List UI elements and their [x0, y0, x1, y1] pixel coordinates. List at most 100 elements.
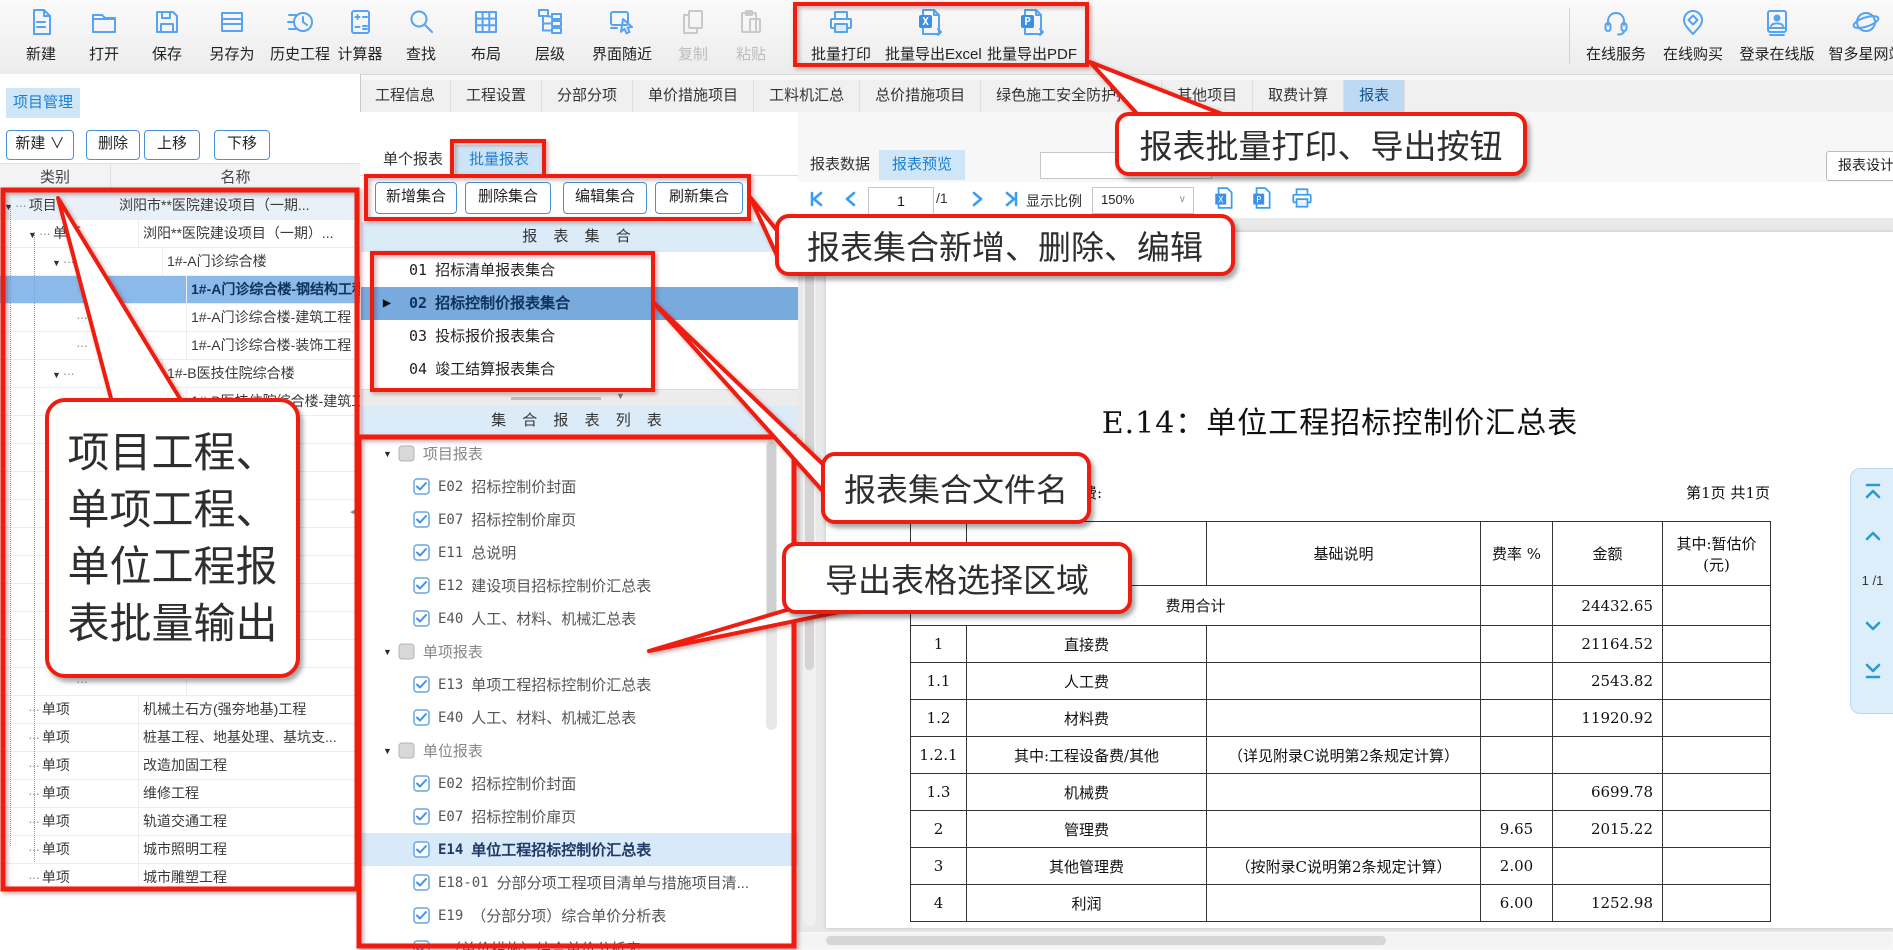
report-item-E40[interactable]: E40人工、材料、机械汇总表 — [361, 701, 798, 734]
report-code: E18-01 — [438, 875, 489, 891]
tab-工料机汇总[interactable]: 工料机汇总 — [754, 80, 860, 112]
report-item-E02[interactable]: E02招标控制价封面 — [361, 767, 798, 800]
report-item-E11[interactable]: E11总说明 — [361, 536, 798, 569]
report-group-项目报表[interactable]: ▼项目报表 — [361, 437, 798, 470]
report-set-item[interactable]: 03投标报价报表集合 — [361, 320, 798, 353]
previous-page-icon[interactable] — [842, 189, 862, 214]
table-row[interactable]: ▼··· 1#-B医技住院综合楼 — [0, 360, 360, 388]
table-row[interactable]: ▼··· 项目浏阳市**医院建设项目（一期... — [0, 192, 360, 220]
tab-单个报表[interactable]: 单个报表 — [377, 145, 449, 175]
table-row[interactable]: ··· 1#-A门诊综合楼-钢结构工程 — [0, 276, 360, 304]
tab-绿色施工安全防护措施[interactable]: 绿色施工安全防护措施 — [981, 80, 1162, 112]
tab-project-management[interactable]: 项目管理 — [6, 88, 80, 118]
tab-报表[interactable]: 报表 — [1344, 80, 1405, 112]
collapse-panel-icon[interactable]: ◀ — [350, 505, 358, 518]
set-button-新增集合[interactable]: 新增集合 — [375, 182, 457, 214]
project-button-删除[interactable]: 删除 — [86, 130, 140, 160]
tab-单价措施项目[interactable]: 单价措施项目 — [633, 80, 754, 112]
tree-expand-icon[interactable]: ▼ — [383, 449, 392, 459]
report-set-item[interactable]: ▶02招标控制价报表集合 — [361, 287, 798, 320]
table-row[interactable]: ··· 单项轨道交通工程 — [0, 808, 360, 836]
report-item-E19[interactable]: E19（分部分项）综合单价分析表 — [361, 899, 798, 932]
report-list-scrollbar-thumb[interactable] — [767, 442, 776, 622]
tab-总价措施项目[interactable]: 总价措施项目 — [860, 80, 981, 112]
table-cell: 11920.92 — [1553, 700, 1663, 737]
table-row[interactable]: ··· 单项城市照明工程 — [0, 836, 360, 864]
report-design-button[interactable]: 报表设计 — [1826, 151, 1893, 181]
next-page-icon[interactable] — [966, 189, 986, 214]
set-button-删除集合[interactable]: 删除集合 — [465, 182, 551, 214]
table-row[interactable]: ▼··· 1#-A门诊综合楼 — [0, 248, 360, 276]
tab-报表数据[interactable]: 报表数据 — [803, 150, 877, 180]
toolbar-button-label: 在线购买 — [1648, 43, 1738, 64]
table-row[interactable]: ··· 单项改造加固工程 — [0, 752, 360, 780]
svg-text:P: P — [1024, 15, 1031, 28]
report-item-E40[interactable]: E40人工、材料、机械汇总表 — [361, 602, 798, 635]
tree-expand-icon[interactable]: ▼ — [383, 647, 392, 657]
set-button-编辑集合[interactable]: 编辑集合 — [563, 182, 647, 214]
project-button-上移[interactable]: 上移 — [144, 130, 200, 160]
toolbar-button-label: 登录在线版 — [1732, 43, 1822, 64]
toolbar-button-login[interactable]: 登录在线版 — [1732, 4, 1822, 68]
zoom-select[interactable]: 150%∨ — [1092, 187, 1194, 214]
set-button-刷新集合[interactable]: 刷新集合 — [655, 182, 743, 214]
first-page-icon[interactable] — [808, 189, 828, 214]
tab-取费计算[interactable]: 取费计算 — [1253, 80, 1344, 112]
tree-expand-icon[interactable]: ▼ — [52, 258, 61, 268]
export-excel-icon[interactable]: X — [1212, 186, 1236, 215]
toolbar-button-pin[interactable]: 在线购买 — [1648, 4, 1738, 68]
report-name: 单项工程招标控制价汇总表 — [471, 674, 651, 695]
report-item-E12[interactable]: E12建设项目招标控制价汇总表 — [361, 569, 798, 602]
row-name: 浏阳市**医院建设项目（一期... — [115, 192, 360, 219]
tab-工程信息[interactable]: 工程信息 — [360, 80, 451, 112]
report-item[interactable]: （单价措施）综合单价分析表 — [361, 932, 798, 950]
page-number-input[interactable] — [868, 187, 934, 215]
report-item-E02[interactable]: E02招标控制价封面 — [361, 470, 798, 503]
toolbar-button-excel[interactable]: X批量导出Excel — [885, 4, 975, 68]
scroll-up-icon[interactable] — [1851, 525, 1893, 550]
report-group-单位报表[interactable]: ▼单位报表 — [361, 734, 798, 767]
table-row[interactable]: ··· 单项维修工程 — [0, 780, 360, 808]
report-group-单项报表[interactable]: ▼单项报表 — [361, 635, 798, 668]
report-name: 分部分项工程项目清单与措施项目清... — [497, 872, 750, 893]
project-button-下移[interactable]: 下移 — [214, 130, 270, 160]
table-row[interactable]: ▼··· 单项浏阳**医院建设项目（一期）... — [0, 220, 360, 248]
last-page-icon[interactable] — [1000, 189, 1020, 214]
tree-expand-icon[interactable]: ▼ — [4, 202, 13, 212]
report-code: E07 — [438, 512, 463, 528]
tab-批量报表[interactable]: 批量报表 — [455, 145, 543, 175]
report-item-E07[interactable]: E07招标控制价扉页 — [361, 800, 798, 833]
toolbar-button-pdf[interactable]: P批量导出PDF — [987, 4, 1077, 68]
set-name: 投标报价报表集合 — [435, 328, 555, 345]
row-category: 单项 — [53, 225, 81, 241]
report-item-E14[interactable]: E14单位工程招标控制价汇总表 — [361, 833, 798, 866]
print-icon[interactable] — [1290, 186, 1314, 215]
tab-其他项目[interactable]: 其他项目 — [1162, 80, 1253, 112]
table-row[interactable]: ··· 1#-A门诊综合楼-装饰工程 — [0, 332, 360, 360]
tree-expand-icon[interactable]: ▼ — [28, 230, 37, 240]
scroll-to-bottom-icon[interactable] — [1851, 661, 1893, 686]
report-item-E07[interactable]: E07招标控制价扉页 — [361, 503, 798, 536]
tree-expand-icon[interactable]: ▼ — [52, 370, 61, 380]
table-row[interactable]: ··· 单项机械土石方(强夯地基)工程 — [0, 696, 360, 724]
tab-分部分项[interactable]: 分部分项 — [542, 80, 633, 112]
table-row[interactable]: ··· 单项桩基工程、地基处理、基坑支... — [0, 724, 360, 752]
row-name: 维修工程 — [139, 780, 360, 807]
scroll-to-top-icon[interactable] — [1851, 481, 1893, 506]
tab-报表预览[interactable]: 报表预览 — [879, 150, 965, 180]
tree-expand-icon[interactable]: ▼ — [383, 746, 392, 756]
report-set-item[interactable]: 04竣工结算报表集合 — [361, 353, 798, 386]
report-item-E13[interactable]: E13单项工程招标控制价汇总表 — [361, 668, 798, 701]
table-row[interactable]: ··· 1#-A门诊综合楼-建筑工程 — [0, 304, 360, 332]
toolbar-button-globe[interactable]: 智多星网站 — [1821, 4, 1893, 68]
table-row[interactable]: ··· 单项城市雕塑工程 — [0, 864, 360, 890]
report-set-item[interactable]: 01招标清单报表集合 — [361, 254, 798, 287]
tab-工程设置[interactable]: 工程设置 — [451, 80, 542, 112]
callout-batch-buttons: 报表批量打印、导出按钮 — [1115, 112, 1527, 176]
toolbar-button-print[interactable]: 批量打印 — [796, 4, 886, 68]
scroll-down-icon[interactable] — [1851, 617, 1893, 642]
preview-hscrollbar-thumb[interactable] — [826, 936, 1386, 945]
export-pdf-icon[interactable]: P — [1250, 186, 1274, 215]
report-item-E18-01[interactable]: E18-01 分部分项工程项目清单与措施项目清... — [361, 866, 798, 899]
project-button-新建[interactable]: 新建 ∨ — [6, 130, 74, 160]
